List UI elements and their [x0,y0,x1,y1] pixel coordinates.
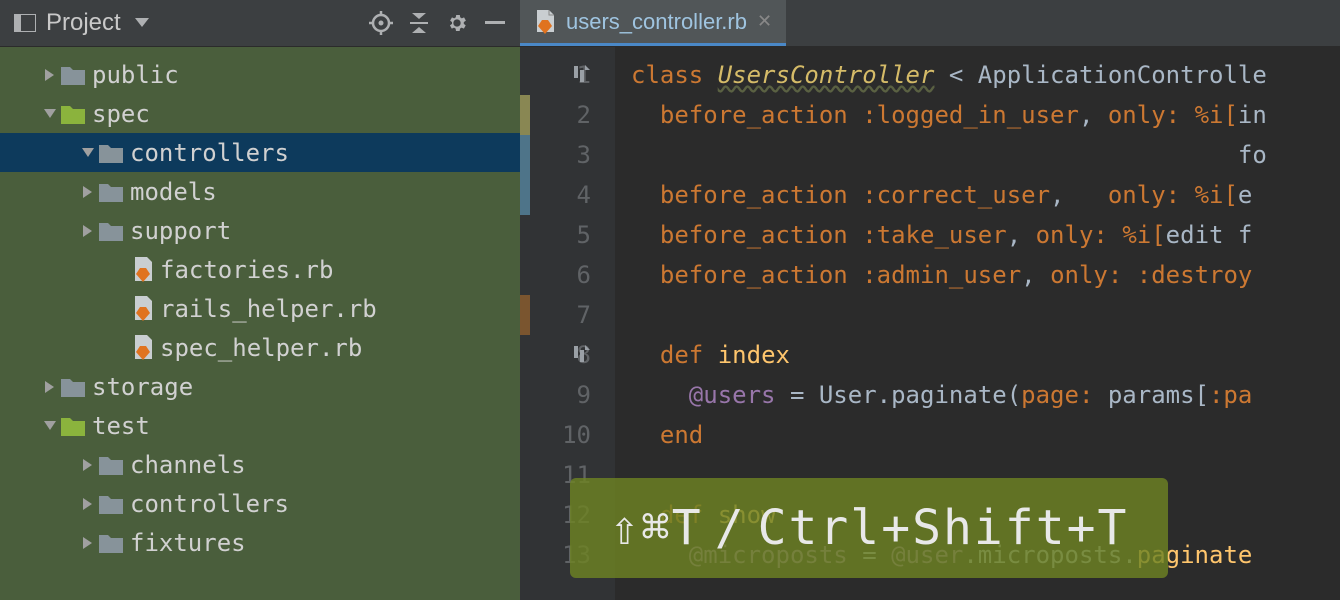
ruby-icon [132,257,154,283]
editor-tab-bar: users_controller.rb ✕ [520,0,1340,47]
tree-item-label: controllers [130,490,289,518]
tree-item[interactable]: fixtures [0,523,520,562]
tree-arrow-icon[interactable] [40,381,60,393]
code-line[interactable] [631,295,1340,335]
code-line[interactable]: before_action :logged_in_user, only: %i[… [631,95,1340,135]
tree-item-label: spec [92,100,150,128]
project-title: Project [46,9,121,37]
code-line[interactable]: before_action :take_user, only: %i[edit … [631,215,1340,255]
tree-item[interactable]: channels [0,445,520,484]
folder-green-icon [60,415,86,437]
project-tool-window-header: Project [0,0,520,47]
tree-arrow-icon[interactable] [78,537,98,549]
code-line[interactable]: before_action :correct_user, only: %i[e [631,175,1340,215]
gear-icon[interactable] [442,8,472,38]
gutter-run-icon[interactable] [572,345,590,363]
tree-item-label: rails_helper.rb [160,295,377,323]
tree-item[interactable]: support [0,211,520,250]
tree-item-label: controllers [130,139,289,167]
ruby-icon [132,335,154,361]
folder-icon [98,532,124,554]
tab-filename: users_controller.rb [566,9,747,35]
tree-item[interactable]: spec_helper.rb [0,328,520,367]
tree-arrow-icon[interactable] [78,186,98,198]
code-line[interactable]: end [631,415,1340,455]
ruby-file-icon [534,10,556,34]
shortcut-mac: ⇧⌘T [610,500,703,556]
tree-item-label: spec_helper.rb [160,334,362,362]
tree-arrow-icon[interactable] [40,109,60,119]
collapse-all-icon[interactable] [404,8,434,38]
dropdown-icon [127,8,157,38]
folder-icon [98,220,124,242]
folder-icon [98,181,124,203]
tree-item[interactable]: controllers [0,484,520,523]
tree-item-label: fixtures [130,529,246,557]
tree-item-label: factories.rb [160,256,333,284]
folder-icon [98,493,124,515]
tree-item[interactable]: rails_helper.rb [0,289,520,328]
tree-arrow-icon[interactable] [78,498,98,510]
code-line[interactable]: class UsersController < ApplicationContr… [631,55,1340,95]
tree-item-label: support [130,217,231,245]
tree-arrow-icon[interactable] [78,148,98,158]
tree-item-label: models [130,178,217,206]
shortcut-win: Ctrl+Shift+T [758,500,1129,556]
folder-icon [60,376,86,398]
folder-green-icon [60,103,86,125]
code-line[interactable]: before_action :admin_user, only: :destro… [631,255,1340,295]
code-line[interactable]: fo [631,135,1340,175]
folder-icon [98,142,124,164]
tree-item[interactable]: storage [0,367,520,406]
shortcut-separator: / [715,500,746,556]
folder-icon [60,64,86,86]
tree-item[interactable]: spec [0,94,520,133]
minimize-icon[interactable] [480,8,510,38]
close-tab-icon[interactable]: ✕ [757,11,772,32]
editor-tab-active[interactable]: users_controller.rb ✕ [520,0,786,46]
tree-arrow-icon[interactable] [78,225,98,237]
tree-item[interactable]: public [0,55,520,94]
ruby-icon [132,296,154,322]
tree-item[interactable]: test [0,406,520,445]
tree-item[interactable]: factories.rb [0,250,520,289]
tree-item-label: storage [92,373,193,401]
gutter-run-icon[interactable] [572,65,590,83]
code-line[interactable]: def index [631,335,1340,375]
project-tree[interactable]: public spec controllers models support factor… [0,47,520,600]
tree-arrow-icon[interactable] [40,69,60,81]
tree-item-label: channels [130,451,246,479]
tree-item[interactable]: models [0,172,520,211]
tree-arrow-icon[interactable] [40,421,60,431]
tree-item-label: public [92,61,179,89]
tree-item[interactable]: controllers [0,133,520,172]
project-window-icon [10,8,40,38]
project-view-selector[interactable]: Project [10,8,358,38]
locate-icon[interactable] [366,8,396,38]
tree-item-label: test [92,412,150,440]
folder-icon [98,454,124,476]
project-sidebar: Project public spec controllers models suppo… [0,0,520,600]
tree-arrow-icon[interactable] [78,459,98,471]
keyboard-shortcut-overlay: ⇧⌘T / Ctrl+Shift+T [570,478,1168,578]
code-line[interactable]: @users = User.paginate(page: params[:pa [631,375,1340,415]
